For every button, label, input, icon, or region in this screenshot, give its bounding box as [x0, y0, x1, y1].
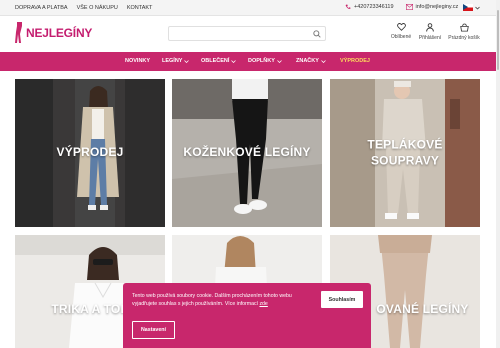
nav-item-leginy[interactable]: LEGÍNY	[162, 58, 190, 64]
chevron-down-icon	[475, 6, 480, 10]
category-tile-leather-leggings[interactable]: KOŽENKOVÉ LEGÍNY	[172, 79, 322, 227]
chevron-down-icon	[277, 59, 282, 63]
site-logo[interactable]: NEJLEGÍNY	[14, 22, 92, 44]
mail-icon	[405, 4, 413, 10]
logo-text: NEJLEGÍNY	[26, 26, 93, 40]
login-label: Přihlášení	[418, 35, 442, 41]
search-icon[interactable]	[313, 30, 321, 38]
leggings-logo-icon	[15, 22, 22, 43]
phone-icon	[345, 4, 351, 9]
nav-item-znacky[interactable]: ZNAČKY	[296, 58, 326, 64]
nav-label: VÝPRODEJ	[340, 58, 370, 64]
search-box[interactable]	[168, 26, 326, 46]
scrollbar-thumb[interactable]	[497, 10, 499, 70]
top-links: DOPRAVA A PLATBA VŠE O NÁKUPU KONTAKT	[15, 5, 152, 11]
cart-button[interactable]: Prázdný košík	[444, 23, 484, 41]
nav-label: ZNAČKY	[296, 58, 319, 64]
nav-item-doplnky[interactable]: DOPLŇKY	[248, 58, 282, 64]
phone-link[interactable]: +420723346119	[345, 4, 394, 10]
contact-info: +420723346119 info@nejleginy.cz	[345, 4, 458, 10]
czech-flag-icon	[463, 4, 473, 11]
chevron-down-icon	[231, 59, 237, 63]
search-input[interactable]	[173, 32, 313, 46]
chevron-down-icon	[321, 59, 326, 63]
email-link[interactable]: info@nejleginy.cz	[405, 4, 459, 10]
cookie-accept-button[interactable]: Souhlasím	[321, 291, 363, 308]
scrollbar[interactable]	[496, 0, 500, 348]
top-link-contact[interactable]: KONTAKT	[127, 5, 153, 11]
language-selector[interactable]	[463, 4, 480, 11]
nav-label: DOPLŇKY	[248, 58, 275, 64]
tile-label: KOŽENKOVÉ LEGÍNY	[183, 145, 311, 160]
cookie-settings-button[interactable]: Nastavení	[132, 321, 175, 339]
top-link-shipping[interactable]: DOPRAVA A PLATBA	[15, 5, 68, 11]
cookie-more-link[interactable]: zde	[259, 301, 267, 307]
nav-item-vyprodej[interactable]: VÝPRODEJ	[340, 58, 370, 64]
chevron-down-icon	[184, 59, 190, 63]
category-tile-tracksuits[interactable]: TEPLÁKOVÉ SOUPRAVY	[330, 79, 480, 227]
user-icon	[426, 23, 434, 32]
top-bar: DOPRAVA A PLATBA VŠE O NÁKUPU KONTAKT +4…	[0, 0, 500, 16]
main-nav: NOVINKY LEGÍNY OBLEČENÍ DOPLŇKY ZNAČKY V…	[0, 52, 500, 71]
cookie-message: Tento web používá soubory cookie. Dalším…	[132, 293, 304, 308]
top-link-about[interactable]: VŠE O NÁKUPU	[77, 5, 118, 11]
heart-icon	[396, 23, 406, 31]
tile-label: VÝPRODEJ	[56, 145, 124, 160]
email-address: info@nejleginy.cz	[415, 4, 459, 10]
phone-number: +420723346119	[354, 4, 394, 10]
nav-item-novinky[interactable]: NOVINKY	[125, 58, 150, 64]
nav-label: OBLEČENÍ	[201, 58, 230, 64]
favorites-label: Oblíbené	[390, 34, 412, 40]
nav-label: LEGÍNY	[162, 58, 183, 64]
shopping-bag-icon	[459, 23, 469, 32]
tile-label: TEPLÁKOVÉ SOUPRAVY	[367, 137, 443, 167]
nav-label: NOVINKY	[125, 58, 151, 64]
nav-item-obleceni[interactable]: OBLEČENÍ	[201, 58, 237, 64]
cookie-banner: Tento web používá soubory cookie. Dalším…	[123, 283, 371, 348]
cart-label: Prázdný košík	[448, 35, 480, 41]
category-tile-sale[interactable]: VÝPRODEJ	[15, 79, 165, 227]
